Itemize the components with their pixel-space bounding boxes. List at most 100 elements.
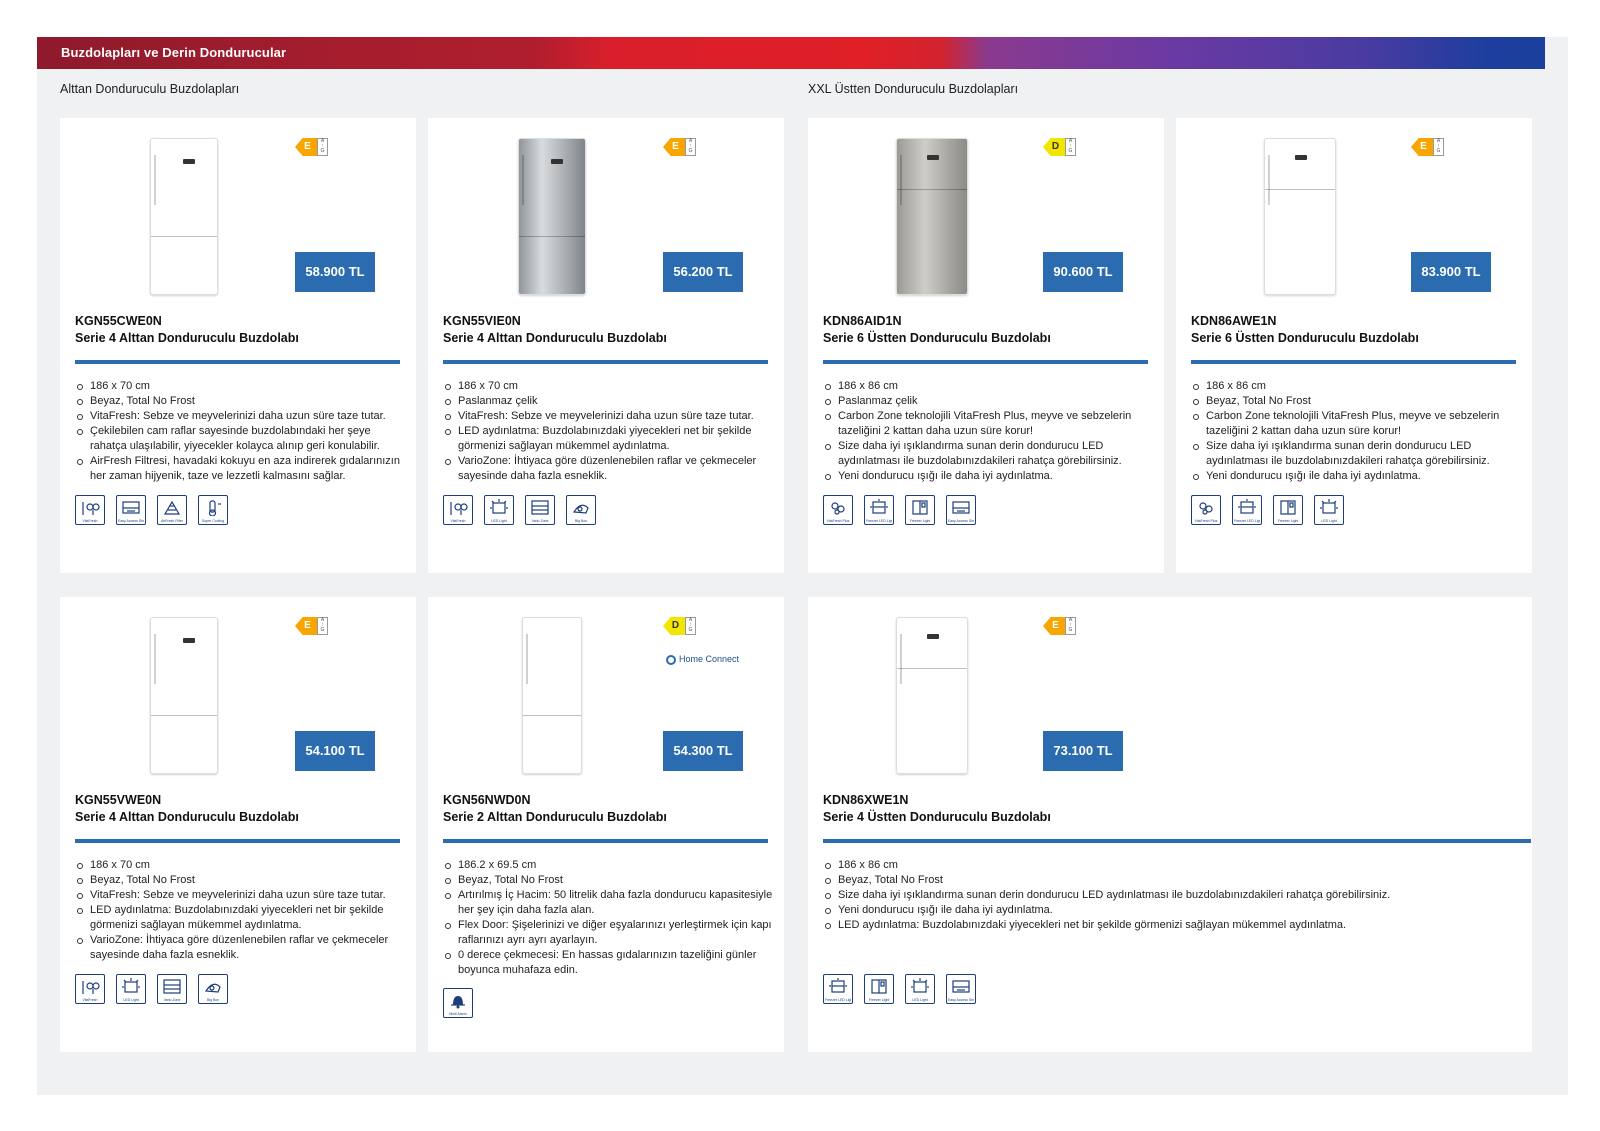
feature-icon-label: VitaFresh Plus — [1194, 519, 1218, 523]
model-code: KDN86AID1N — [823, 314, 902, 328]
energy-label: E A ↑ G — [1411, 138, 1447, 156]
energy-scale: A ↑ G — [317, 617, 328, 635]
feature-item: Yeni dondurucu ışığı ile daha iyi aydınl… — [1193, 469, 1521, 484]
feature-icons: VitaFresh LED Light Vario Zone Big Box — [443, 495, 596, 525]
freezer-light-icon: Freezer Light — [1273, 495, 1303, 525]
feature-list: 186 x 86 cm Beyaz, Total No Frost Size dah… — [823, 858, 1518, 933]
model-code: KGN55VIE0N — [443, 314, 521, 328]
feature-icon-label: Freezer Light — [1277, 519, 1299, 523]
feature-list: 186 x 86 cm Paslanmaz çelik Carbon Zone te… — [823, 379, 1153, 484]
divider — [443, 839, 768, 843]
energy-class: D — [1043, 138, 1065, 156]
vario-zone-icon: Vario Zone — [525, 495, 555, 525]
led-light-icon: LED Light — [484, 495, 514, 525]
feature-item: VitaFresh: Sebze ve meyvelerinizi daha u… — [77, 409, 405, 424]
feature-item: 186 x 70 cm — [445, 379, 773, 394]
led-light-icon: LED Light — [905, 974, 935, 1004]
feature-list: 186 x 70 cm Beyaz, Total No Frost VitaFres… — [75, 379, 405, 484]
feature-icon-label: VitaFresh — [82, 998, 98, 1002]
feature-item: 186 x 86 cm — [1193, 379, 1521, 394]
energy-scale: A ↑ G — [1433, 138, 1444, 156]
feature-item: VitaFresh: Sebze ve meyvelerinizi daha u… — [445, 409, 773, 424]
product-name: Serie 4 Alttan Donduruculu Buzdolabı — [75, 810, 299, 824]
feature-item: Beyaz, Total No Frost — [825, 873, 1518, 888]
feature-list: 186.2 x 69.5 cm Beyaz, Total No Frost Artı… — [443, 858, 773, 978]
product-name: Serie 4 Üstten Donduruculu Buzdolabı — [823, 810, 1051, 824]
feature-item: VarioZone: İhtiyaca göre düzenlenebilen … — [445, 454, 773, 484]
energy-label: D A ↑ G — [1043, 138, 1079, 156]
feature-icon-label: Big Box — [206, 998, 220, 1002]
feature-icon-label: Easy Access Shelf — [948, 519, 974, 523]
energy-label: D A ↑ G — [663, 617, 699, 635]
freezer-light-icon: Freezer Light — [905, 495, 935, 525]
energy-label: E A ↑ G — [295, 617, 331, 635]
multi-alarm-icon: Multi Alarm — [443, 988, 473, 1018]
vario-zone-icon: Vario Zone — [157, 974, 187, 1004]
product-card: E A ↑ G 73.100 TL KDN86XWE1N Serie 4 Üst… — [808, 597, 1532, 1052]
fridge-image — [150, 138, 218, 295]
product-name: Serie 4 Alttan Donduruculu Buzdolabı — [443, 331, 667, 345]
feature-item: LED aydınlatma: Buzdolabınızdaki yiyecek… — [77, 903, 405, 933]
energy-scale: A ↑ G — [1065, 138, 1076, 156]
feature-icons: VitaFresh Easy Access Shelf AirFresh Fil… — [75, 495, 228, 525]
feature-icon-label: VitaFresh — [82, 519, 98, 523]
freezer-light-icon: Freezer Light — [864, 974, 894, 1004]
freezer-led-light-icon: Freezer LED Light — [864, 495, 894, 525]
feature-item: LED aydınlatma: Buzdolabınızdaki yiyecek… — [825, 918, 1518, 933]
fridge-image — [522, 617, 582, 774]
feature-item: Yeni dondurucu ışığı ile daha iyi aydınl… — [825, 469, 1153, 484]
product-name: Serie 4 Alttan Donduruculu Buzdolabı — [75, 331, 299, 345]
feature-item: Size daha iyi ışıklandırma sunan derin d… — [825, 439, 1153, 469]
feature-item: Flex Door: Şişelerinizi ve diğer eşyalar… — [445, 919, 772, 946]
feature-icon-label: Big Box — [574, 519, 588, 523]
feature-item: Paslanmaz çelik — [445, 394, 773, 409]
easy-access-shelf-icon: Easy Access Shelf — [116, 495, 146, 525]
price-badge: 56.200 TL — [663, 252, 743, 292]
feature-icon-label: LED Light — [491, 519, 507, 523]
divider — [443, 360, 768, 364]
feature-item: AirFresh Filtresi, havadaki kokuyu en az… — [77, 454, 405, 484]
home-connect-icon — [666, 654, 676, 665]
fridge-image — [896, 138, 968, 295]
feature-icon-label: Easy Access Shelf — [118, 519, 144, 523]
feature-icons: Freezer LED Light Freezer Light LED Ligh… — [823, 974, 976, 1004]
feature-icon-label: Vario Zone — [531, 519, 549, 523]
easy-access-shelf-icon: Easy Access Shelf — [946, 974, 976, 1004]
easy-access-shelf-icon: Easy Access Shelf — [946, 495, 976, 525]
airfresh-filter-icon: AirFresh Filter — [157, 495, 187, 525]
product-name: Serie 6 Üstten Donduruculu Buzdolabı — [1191, 331, 1419, 345]
feature-icon-label: LED Light — [912, 998, 928, 1002]
vitafresh-plus-icon: VitaFresh Plus — [823, 495, 853, 525]
model-code: KDN86XWE1N — [823, 793, 909, 807]
vitafresh-icon: VitaFresh — [75, 495, 105, 525]
feature-icon-label: Freezer LED Light — [866, 519, 892, 523]
price-badge: 73.100 TL — [1043, 731, 1123, 771]
feature-list: 186 x 70 cm Paslanmaz çelik VitaFresh: Seb… — [443, 379, 773, 484]
freezer-led-light-icon: Freezer LED Light — [823, 974, 853, 1004]
feature-item: 186.2 x 69.5 cm — [445, 858, 773, 873]
divider — [823, 839, 1531, 843]
feature-icon-label: Freezer LED Light — [1234, 519, 1260, 523]
product-card: E A ↑ G 58.900 TL KGN55CWE0N Serie 4 Alt… — [60, 118, 416, 573]
big-box-icon: Big Box — [198, 974, 228, 1004]
header-banner: Buzdolapları ve Derin Dondurucular — [37, 37, 1545, 69]
fridge-image — [1264, 138, 1336, 295]
feature-icon-label: VitaFresh Plus — [826, 519, 850, 523]
energy-scale: A ↑ G — [1065, 617, 1076, 635]
feature-item: 186 x 70 cm — [77, 858, 405, 873]
section-title-top-freezer: XXL Üstten Donduruculu Buzdolapları — [808, 82, 1019, 96]
feature-item: Paslanmaz çelik — [825, 394, 1153, 409]
divider — [823, 360, 1148, 364]
feature-item: Carbon Zone teknolojili VitaFresh Plus, … — [825, 409, 1153, 439]
price-badge: 83.900 TL — [1411, 252, 1491, 292]
big-box-icon: Big Box — [566, 495, 596, 525]
product-name: Serie 2 Alttan Donduruculu Buzdolabı — [443, 810, 667, 824]
feature-item: Beyaz, Total No Frost — [445, 873, 773, 888]
feature-icon-label: Vario Zone — [163, 998, 181, 1002]
freezer-led-light-icon: Freezer LED Light — [1232, 495, 1262, 525]
model-code: KGN55CWE0N — [75, 314, 162, 328]
vitafresh-icon: VitaFresh — [75, 974, 105, 1004]
energy-label: E A ↑ G — [1043, 617, 1079, 635]
divider — [1191, 360, 1516, 364]
feature-item: Size daha iyi ışıklandırma sunan derin d… — [1193, 439, 1521, 469]
